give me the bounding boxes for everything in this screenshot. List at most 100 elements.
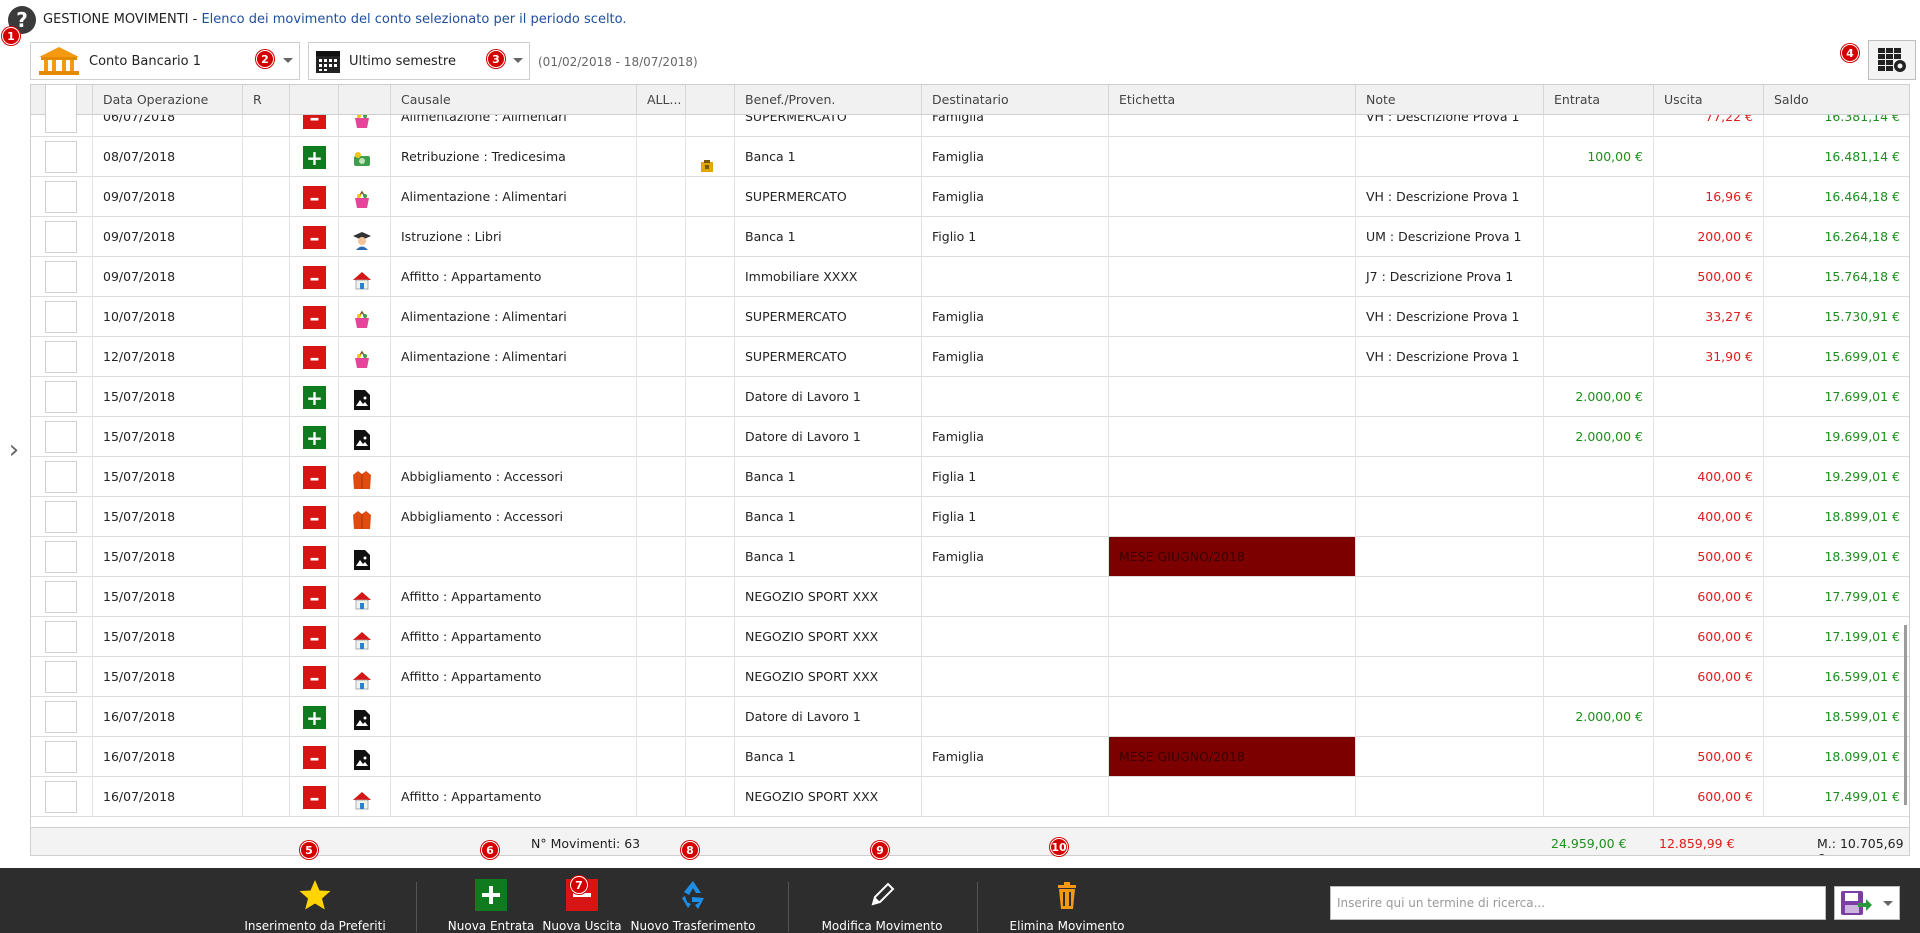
table-row[interactable]: 16/07/2018 + Datore di Lavoro 1 2.000,00 € 1…: [31, 697, 1909, 737]
total-entrata: 24.959,00 €: [1551, 836, 1627, 851]
column-header-uscita[interactable]: Uscita: [1654, 85, 1764, 115]
column-header-dest[interactable]: Destinatario: [922, 85, 1109, 115]
cell-note: [1356, 657, 1544, 697]
cell-all: [637, 577, 686, 617]
row-checkbox[interactable]: [45, 221, 77, 253]
cell-dest: Famiglia: [922, 297, 1109, 337]
row-checkbox[interactable]: [45, 461, 77, 493]
column-header-select[interactable]: [31, 85, 93, 115]
table-row[interactable]: 16/07/2018 – Affitto : Appartamento NEGOZIO…: [31, 777, 1909, 817]
cell-dest: [922, 777, 1109, 817]
cell-r: [243, 257, 290, 297]
row-checkbox[interactable]: [45, 301, 77, 333]
cell-uscita: [1654, 137, 1764, 177]
column-header-entrata[interactable]: Entrata: [1544, 85, 1654, 115]
table-row[interactable]: 15/07/2018 + Datore di Lavoro 1 Famiglia 2.0…: [31, 417, 1909, 457]
house-icon: [351, 667, 373, 690]
export-button[interactable]: [1834, 886, 1900, 920]
table-row[interactable]: 15/07/2018 – Affitto : Appartamento NEGOZIO…: [31, 657, 1909, 697]
cell-etichetta: [1109, 497, 1356, 537]
column-header-date[interactable]: Data Operazione: [93, 85, 243, 115]
table-row[interactable]: 09/07/2018 – Affitto : Appartamento Immobil…: [31, 257, 1909, 297]
total-saldo: M.: 10.705,69 €: [1817, 836, 1904, 855]
table-row[interactable]: 08/07/2018 + Retribuzione : Tredicesima Ban…: [31, 137, 1909, 177]
delete-movement-button[interactable]: Elimina Movimento: [997, 868, 1137, 933]
row-checkbox[interactable]: [45, 181, 77, 213]
table-row[interactable]: 15/07/2018 + Datore di Lavoro 1 2.000,00 € 1…: [31, 377, 1909, 417]
row-checkbox[interactable]: [45, 741, 77, 773]
column-header-icon[interactable]: [339, 85, 391, 115]
cell-attach: [686, 617, 735, 657]
cell-saldo: 15.764,18 €: [1764, 257, 1909, 297]
table-row[interactable]: 09/07/2018 – Alimentazione : Alimentari SUP…: [31, 177, 1909, 217]
grid-settings-icon: [1878, 48, 1906, 72]
cell-saldo: 17.499,01 €: [1764, 777, 1909, 817]
cell-attach: [686, 177, 735, 217]
cell-entrata: [1544, 177, 1654, 217]
row-checkbox[interactable]: [45, 581, 77, 613]
table-row[interactable]: 15/07/2018 – Affitto : Appartamento NEGOZIO…: [31, 617, 1909, 657]
cell-icon: [339, 497, 391, 537]
cell-dest: Figlio 1: [922, 217, 1109, 257]
attachment-icon[interactable]: [700, 149, 714, 172]
cell-uscita: 31,90 €: [1654, 337, 1764, 377]
cell-note: [1356, 577, 1544, 617]
table-row[interactable]: 06/07/2018 – Alimentazione : Alimentari SUP…: [31, 115, 1909, 137]
row-checkbox[interactable]: [45, 501, 77, 533]
table-row[interactable]: 10/07/2018 – Alimentazione : Alimentari SUP…: [31, 297, 1909, 337]
row-checkbox[interactable]: [45, 701, 77, 733]
row-checkbox[interactable]: [45, 421, 77, 453]
table-row[interactable]: 09/07/2018 – Istruzione : Libri Banca 1 Figl…: [31, 217, 1909, 257]
table-row[interactable]: 16/07/2018 – Banca 1 Famiglia MESE GIUGNO/20…: [31, 737, 1909, 777]
row-checkbox[interactable]: [45, 621, 77, 653]
column-header-sign[interactable]: [290, 85, 339, 115]
column-header-note[interactable]: Note: [1356, 85, 1544, 115]
column-header-causale[interactable]: Causale: [391, 85, 637, 115]
cell-causale: Abbigliamento : Accessori: [391, 457, 637, 497]
new-transfer-button[interactable]: Nuovo Trasferimento: [628, 868, 758, 933]
cell-uscita: [1654, 377, 1764, 417]
column-header-saldo[interactable]: Saldo: [1764, 85, 1909, 115]
jacket-icon: [351, 507, 373, 529]
image-file-icon: [351, 707, 373, 730]
image-file-icon: [351, 427, 373, 450]
row-checkbox[interactable]: [45, 261, 77, 293]
new-income-button[interactable]: Nuova Entrata: [441, 868, 541, 933]
expand-panel-arrow[interactable]: ›: [4, 432, 24, 468]
table-row[interactable]: 15/07/2018 – Abbigliamento : Accessori Banc…: [31, 457, 1909, 497]
select-all-checkbox[interactable]: [45, 85, 77, 115]
vertical-scrollbar[interactable]: [1904, 625, 1907, 805]
column-header-all[interactable]: ALL...: [637, 85, 686, 115]
row-checkbox[interactable]: [45, 115, 77, 133]
table-row[interactable]: 15/07/2018 – Banca 1 Famiglia MESE GIUGNO/20…: [31, 537, 1909, 577]
cell-all: [637, 177, 686, 217]
column-header-attach[interactable]: [686, 85, 735, 115]
search-input[interactable]: [1330, 886, 1826, 920]
row-checkbox[interactable]: [45, 781, 77, 813]
row-checkbox[interactable]: [45, 381, 77, 413]
edit-movement-button[interactable]: Modifica Movimento: [812, 868, 952, 933]
columns-settings-button[interactable]: [1868, 40, 1916, 80]
column-header-etichetta[interactable]: Etichetta: [1109, 85, 1356, 115]
cell-attach: [686, 537, 735, 577]
page-subtitle: Elenco dei movimento del conto seleziona…: [201, 12, 627, 27]
column-header-benef[interactable]: Benef./Proven.: [735, 85, 922, 115]
cell-date: 06/07/2018: [93, 115, 243, 137]
row-checkbox[interactable]: [45, 141, 77, 173]
table-row[interactable]: 15/07/2018 – Affitto : Appartamento NEGOZIO…: [31, 577, 1909, 617]
cell-select: [31, 257, 93, 297]
cell-benef: Banca 1: [735, 537, 922, 577]
row-checkbox[interactable]: [45, 541, 77, 573]
row-checkbox[interactable]: [45, 341, 77, 373]
cell-saldo: 18.099,01 €: [1764, 737, 1909, 777]
table-row[interactable]: 15/07/2018 – Abbigliamento : Accessori Banc…: [31, 497, 1909, 537]
row-checkbox[interactable]: [45, 661, 77, 693]
insert-from-favorites-button[interactable]: Inserimento da Preferiti: [244, 868, 386, 933]
table-row[interactable]: 12/07/2018 – Alimentazione : Alimentari SUP…: [31, 337, 1909, 377]
cell-all: [637, 497, 686, 537]
cell-uscita: [1654, 417, 1764, 457]
cell-note: UM : Descrizione Prova 1: [1356, 217, 1544, 257]
column-header-r[interactable]: R: [243, 85, 290, 115]
cell-date: 15/07/2018: [93, 617, 243, 657]
expense-sign-icon: –: [303, 666, 326, 689]
